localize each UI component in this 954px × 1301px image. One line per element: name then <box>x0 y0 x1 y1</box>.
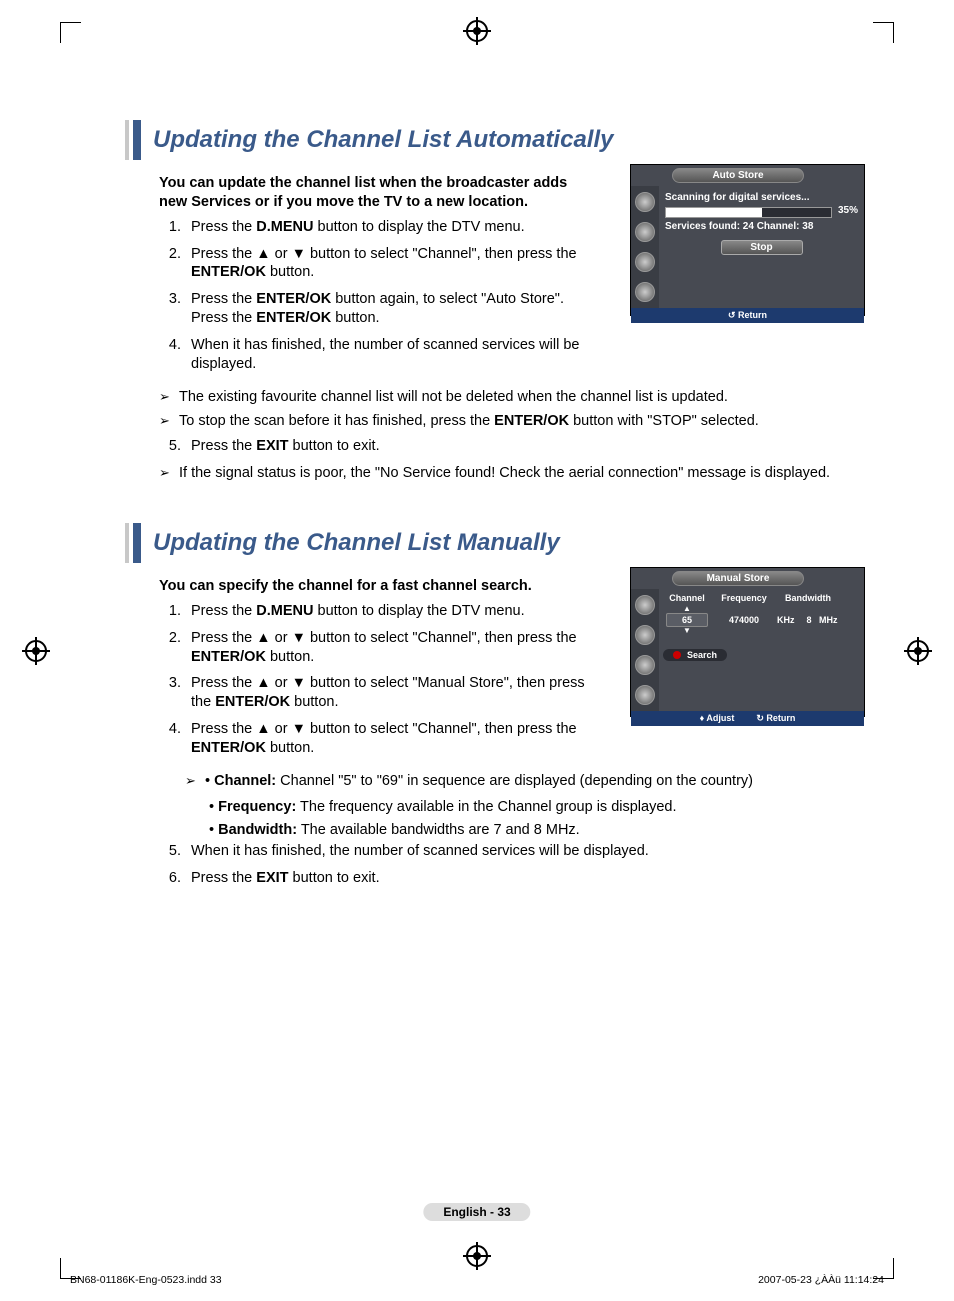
mhz-label: MHz <box>819 615 843 625</box>
note-item: ➢To stop the scan before it has finished… <box>159 412 865 431</box>
step-item: Press the D.MENU button to display the D… <box>185 602 620 621</box>
bandwidth-value: 8 <box>803 615 815 625</box>
page-number-label: English - 33 <box>423 1203 530 1221</box>
section-heading: Updating the Channel List Manually <box>125 523 865 563</box>
section-heading: Updating the Channel List Automatically <box>125 120 865 160</box>
header-channel: Channel <box>663 593 711 603</box>
services-found-label: Services found: 24 Channel: 38 <box>665 221 858 232</box>
scanning-label: Scanning for digital services... <box>665 192 858 203</box>
footer: BN68-01186K-Eng-0523.indd 33 2007-05-23 … <box>70 1274 884 1286</box>
registration-mark-icon <box>466 20 488 42</box>
page: Updating the Channel List Automatically … <box>0 0 954 1301</box>
step-list: When it has finished, the number of scan… <box>125 842 865 888</box>
content: Updating the Channel List Automatically … <box>125 120 865 928</box>
value-row: ▲ 65 ▼ 474000 KHz 8 MHz <box>663 605 860 635</box>
progress-percent: 35% <box>838 205 858 216</box>
step-item: Press the ▲ or ▼ button to select "Chann… <box>185 720 591 758</box>
note-item: ➢If the signal status is poor, the "No S… <box>159 464 865 483</box>
menu-icon <box>635 685 655 705</box>
menu-icon <box>635 252 655 272</box>
step-item: Press the EXIT button to exit. <box>185 869 865 888</box>
header-frequency: Frequency <box>715 593 773 603</box>
section-manual-store: Updating the Channel List Manually You c… <box>125 523 865 888</box>
note-item: ➢The existing favourite channel list wil… <box>159 388 865 407</box>
panel-title: Auto Store <box>672 168 804 183</box>
menu-icon <box>635 282 655 302</box>
crop-mark <box>873 22 894 43</box>
menu-icon <box>635 192 655 212</box>
khz-label: KHz <box>777 615 799 625</box>
search-button[interactable]: Search <box>663 649 727 661</box>
step-list: Press the D.MENU button to display the D… <box>125 602 620 758</box>
registration-mark-icon <box>466 1245 488 1267</box>
sub-item: • Bandwidth: The available bandwidths ar… <box>209 820 865 842</box>
panel-title: Manual Store <box>672 571 804 586</box>
step-item: Press the ENTER/OK button again, to sele… <box>185 290 591 328</box>
crop-mark <box>60 22 81 43</box>
step-list: Press the EXIT button to exit. <box>125 437 865 456</box>
footer-filename: BN68-01186K-Eng-0523.indd 33 <box>70 1274 222 1286</box>
step-item: Press the D.MENU button to display the D… <box>185 218 620 237</box>
step-item: Press the ▲ or ▼ button to select "Chann… <box>185 629 591 667</box>
step-item: When it has finished, the number of scan… <box>185 842 865 861</box>
intro-text: You can specify the channel for a fast c… <box>159 577 620 596</box>
menu-icon <box>635 595 655 615</box>
footer-timestamp: 2007-05-23 ¿ÀÀü 11:14:24 <box>758 1274 884 1286</box>
menu-icon <box>635 222 655 242</box>
step-item: When it has finished, the number of scan… <box>185 336 591 374</box>
header-bandwidth: Bandwidth <box>777 593 839 603</box>
up-arrow-icon[interactable]: ▲ <box>683 605 691 613</box>
red-dot-icon <box>673 651 681 659</box>
intro-text: You can update the channel list when the… <box>159 174 579 212</box>
return-label[interactable]: ↻ Return <box>756 713 795 724</box>
sub-item: • Frequency: The frequency available in … <box>209 797 865 819</box>
down-arrow-icon[interactable]: ▼ <box>683 627 691 635</box>
stop-button[interactable]: Stop <box>721 240 803 255</box>
registration-mark-icon <box>25 640 47 662</box>
section-title: Updating the Channel List Automatically <box>153 126 613 154</box>
panel-icon-column <box>631 186 659 308</box>
menu-icon <box>635 625 655 645</box>
footer-bar: ♦ Adjust ↻ Return <box>631 711 864 726</box>
progress-bar <box>665 207 832 218</box>
return-bar[interactable]: ↻ Return <box>631 308 864 323</box>
channel-value[interactable]: 65 <box>666 613 708 627</box>
note-item: ➢• Channel: Channel "5" to "69" in seque… <box>185 772 865 791</box>
step-item: Press the ▲ or ▼ button to select "Manua… <box>185 674 591 712</box>
step-list: Press the D.MENU button to display the D… <box>125 218 620 374</box>
auto-store-panel: Auto Store Scanning for digital services… <box>630 164 865 316</box>
section-auto-store: Updating the Channel List Automatically … <box>125 120 865 483</box>
step-item: Press the EXIT button to exit. <box>185 437 865 456</box>
menu-icon <box>635 655 655 675</box>
column-headers: Channel Frequency Bandwidth <box>663 593 860 603</box>
step-item: Press the ▲ or ▼ button to select "Chann… <box>185 245 591 283</box>
registration-mark-icon <box>907 640 929 662</box>
section-title: Updating the Channel List Manually <box>153 529 560 557</box>
frequency-value: 474000 <box>715 615 773 625</box>
manual-store-panel: Manual Store Channel Frequency <box>630 567 865 717</box>
panel-icon-column <box>631 589 659 711</box>
adjust-label[interactable]: ♦ Adjust <box>700 713 735 724</box>
